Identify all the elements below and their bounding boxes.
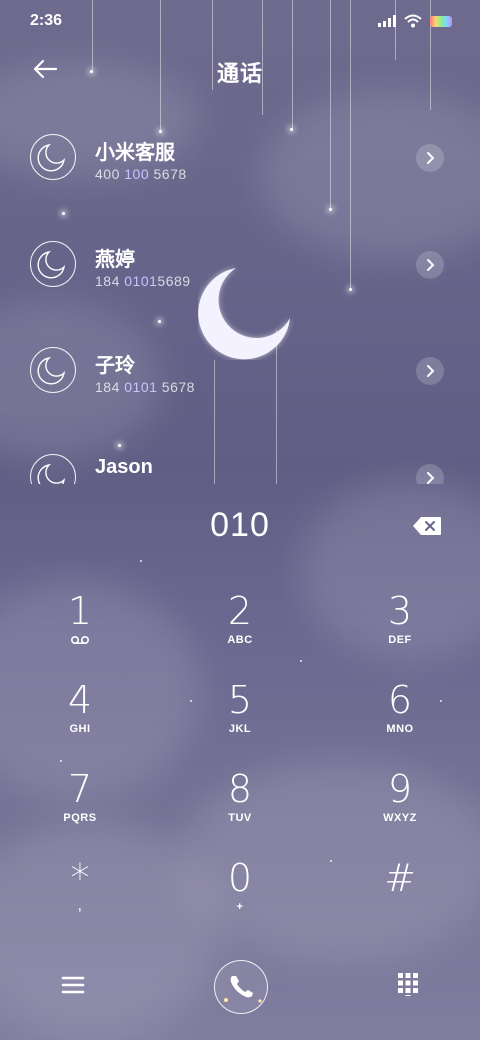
contact-number: 400 100 5678 [95,166,187,182]
battery-icon [430,15,452,27]
system-icons [378,14,452,28]
key-hash[interactable]: # [340,857,460,937]
contact-number: 184 0101 5678 [95,379,195,395]
key-5[interactable]: 5 JKL [180,679,300,759]
key-0[interactable]: 0 + [180,857,300,937]
app-header: 通话 [0,44,480,96]
phone-icon [224,976,262,1003]
contact-number: 184 01015689 [95,273,191,289]
key-6[interactable]: 6 MNO [340,679,460,759]
key-8[interactable]: 8 TUV [180,768,300,848]
moon-avatar-icon [37,356,66,385]
avatar [30,134,76,180]
status-time: 2:36 [30,12,63,29]
contact-name: 小米客服 [95,142,175,164]
moon-avatar-icon [37,143,66,172]
contact-row[interactable]: 小米客服 400 100 5678 [0,110,480,210]
contact-row[interactable]: Jason [0,430,480,484]
contact-detail-button[interactable] [416,144,444,172]
avatar [30,454,76,484]
contact-detail-button[interactable] [416,251,444,279]
moon-avatar-icon [37,250,66,279]
voicemail-icon [70,635,90,645]
contact-row[interactable]: 子玲 184 0101 5678 [0,323,480,423]
backspace-icon[interactable] [412,516,442,536]
chevron-right-icon [427,472,435,484]
key-4[interactable]: 4 GHI [20,679,140,759]
avatar [30,241,76,287]
dialed-number-display: 010 [210,506,270,544]
contact-detail-button[interactable] [416,357,444,385]
chevron-right-icon [427,152,435,164]
menu-icon[interactable] [60,974,86,996]
key-star[interactable]: * , [20,857,140,937]
page-title: 通话 [216,61,263,86]
key-7[interactable]: 7 PQRS [20,768,140,848]
key-3[interactable]: 3 DEF [340,590,460,670]
call-button[interactable] [214,960,268,1014]
contact-name: 子玲 [95,355,135,377]
key-9[interactable]: 9 WXYZ [340,768,460,848]
contact-detail-button[interactable] [416,464,444,484]
bottom-action-bar [0,952,480,1022]
moon-avatar-icon [37,463,66,484]
contact-row[interactable]: 燕婷 184 01015689 [0,217,480,317]
status-bar: 2:36 [0,0,480,40]
contact-name: Jason [95,456,153,478]
chevron-right-icon [427,365,435,377]
contact-suggestion-list: 小米客服 400 100 5678 燕婷 184 01015689 子玲 184… [0,110,480,484]
key-1[interactable]: 1 [20,590,140,670]
dialpad-icon[interactable] [396,972,420,996]
chevron-right-icon [427,259,435,271]
signal-icon [378,15,396,27]
wifi-icon [404,14,422,28]
avatar [30,347,76,393]
dial-pad: 1 2 ABC 3 DEF 4 GHI 5 JKL 6 MNO 7 PQRS 8… [0,590,480,950]
contact-name: 燕婷 [95,249,135,271]
key-2[interactable]: 2 ABC [180,590,300,670]
